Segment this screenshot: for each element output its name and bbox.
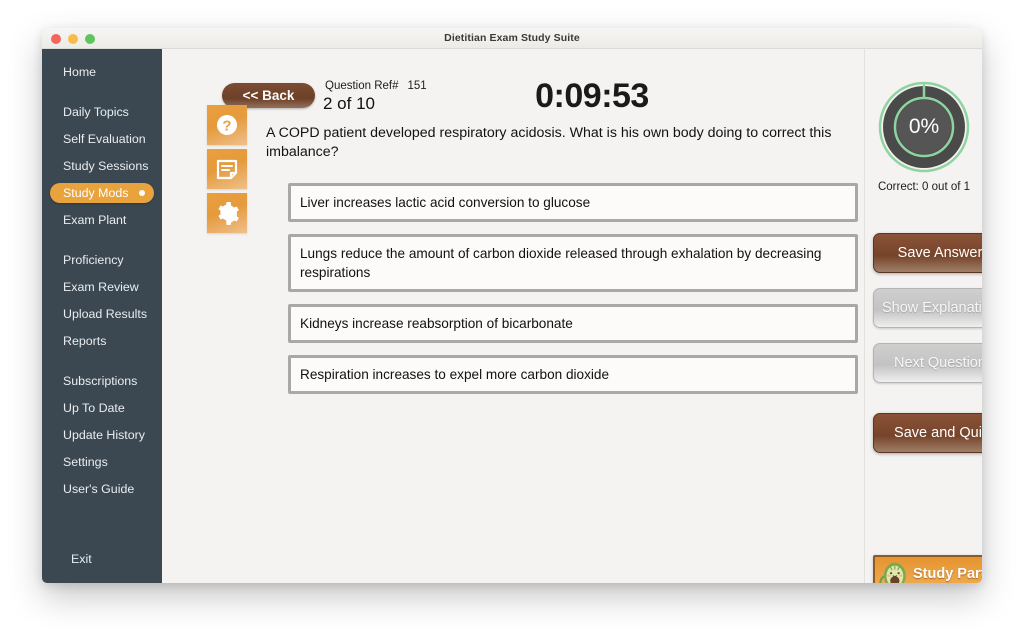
sidebar-item-label: Study Mods [63, 186, 129, 200]
notes-icon [216, 159, 238, 180]
save-and-quit-button[interactable]: Save and Quit [873, 413, 982, 453]
sidebar-item-settings[interactable]: Settings [50, 452, 154, 472]
score-gauge: 0% [876, 79, 972, 175]
sidebar-item-proficiency[interactable]: Proficiency [50, 250, 154, 270]
avocado-mascot-icon [879, 562, 906, 583]
next-question-button[interactable]: Next Question [873, 343, 982, 383]
sidebar-item-label: Subscriptions [63, 374, 138, 388]
sidebar-item-label: User's Guide [63, 482, 135, 496]
sidebar-item-label: Home [63, 65, 97, 79]
save-and-quit-label: Save and Quit [894, 425, 982, 441]
sidebar-item-exam-review[interactable]: Exam Review [50, 277, 154, 297]
score-caption: Correct: 0 out of 1 [877, 181, 971, 193]
score-percent-label: 0% [908, 115, 940, 138]
sidebar-item-label: Daily Topics [63, 105, 129, 119]
side-action-panel: 0% Correct: 0 out of 1 Save Answer Show … [864, 49, 982, 583]
sidebar-item-reports[interactable]: Reports [50, 331, 154, 351]
sidebar-item-label: Update History [63, 428, 145, 442]
sidebar-item-home[interactable]: Home [50, 62, 154, 82]
sidebar-item-label: Exam Review [63, 280, 139, 294]
help-button[interactable]: ? [207, 105, 247, 145]
sidebar-item-label: Settings [63, 455, 108, 469]
sidebar-item-update-history[interactable]: Update History [50, 425, 154, 445]
window-title: Dietitian Exam Study Suite [444, 32, 580, 44]
sidebar-item-label: Reports [63, 334, 107, 348]
svg-text:?: ? [222, 118, 231, 135]
sidebar-item-exam-plant[interactable]: Exam Plant [50, 210, 154, 230]
title-bar: Dietitian Exam Study Suite [42, 28, 982, 49]
settings-button[interactable] [207, 193, 247, 233]
answer-options-list: Liver increases lactic acid conversion t… [288, 183, 858, 406]
question-counter: 2 of 10 [323, 94, 375, 113]
question-reference: Question Ref# 151 [325, 80, 427, 92]
sidebar-item-user-s-guide[interactable]: User's Guide [50, 479, 154, 499]
settings-gear-icon [217, 201, 239, 225]
sidebar-nav-list: Home Daily Topics Self Evaluation Study Ses… [42, 62, 162, 506]
sidebar-item-daily-topics[interactable]: Daily Topics [50, 102, 154, 122]
sidebar-item-status-dot [139, 190, 145, 196]
show-explanation-button[interactable]: Show Explanation [873, 288, 982, 328]
sidebar-item-label: Exit [71, 552, 92, 566]
question-ref-label: Question Ref# [325, 80, 399, 92]
study-partner-widget[interactable]: Study Partner [873, 555, 982, 583]
sidebar-item-up-to-date[interactable]: Up To Date [50, 398, 154, 418]
sidebar-item-label: Exam Plant [63, 213, 127, 227]
score-gauge-group: 0% Correct: 0 out of 1 [871, 79, 977, 193]
answer-option[interactable]: Respiration increases to expel more carb… [288, 355, 858, 394]
tool-icon-rail: ? [207, 105, 247, 237]
sidebar-item-exit[interactable]: Exit [58, 549, 162, 569]
sidebar-item-label: Study Sessions [63, 159, 149, 173]
sidebar-item-self-evaluation[interactable]: Self Evaluation [50, 129, 154, 149]
sidebar: Home Daily Topics Self Evaluation Study Ses… [42, 49, 162, 583]
sidebar-item-subscriptions[interactable]: Subscriptions [50, 371, 154, 391]
notes-button[interactable] [207, 149, 247, 189]
sidebar-item-label: Upload Results [63, 307, 148, 321]
application-window: Dietitian Exam Study Suite Home Daily Top… [42, 28, 982, 583]
show-explanation-label: Show Explanation [881, 300, 982, 316]
answer-option[interactable]: Kidneys increase reabsorption of bicarbo… [288, 304, 858, 343]
question-text: A COPD patient developed respiratory aci… [266, 125, 832, 160]
back-button-label: << Back [242, 88, 295, 103]
study-partner-label: Study Partner [913, 566, 982, 582]
answer-option[interactable]: Liver increases lactic acid conversion t… [288, 183, 858, 222]
countdown-timer: 0:09:53 [535, 77, 649, 115]
sidebar-item-upload-results[interactable]: Upload Results [50, 304, 154, 324]
help-icon: ? [217, 115, 237, 135]
next-question-label: Next Question [894, 355, 982, 371]
sidebar-item-label: Up To Date [63, 401, 125, 415]
sidebar-item-study-mods[interactable]: Study Mods [50, 183, 154, 203]
save-answer-button[interactable]: Save Answer [873, 233, 982, 273]
question-ref-number: 151 [407, 80, 427, 92]
main-content: << Back Question Ref# 151 2 of 10 0:09:53… [162, 49, 982, 583]
sidebar-item-label: Proficiency [63, 253, 124, 267]
answer-option[interactable]: Lungs reduce the amount of carbon dioxid… [288, 234, 858, 292]
sidebar-item-label: Self Evaluation [63, 132, 146, 146]
save-answer-label: Save Answer [897, 245, 982, 261]
sidebar-item-study-sessions[interactable]: Study Sessions [50, 156, 154, 176]
